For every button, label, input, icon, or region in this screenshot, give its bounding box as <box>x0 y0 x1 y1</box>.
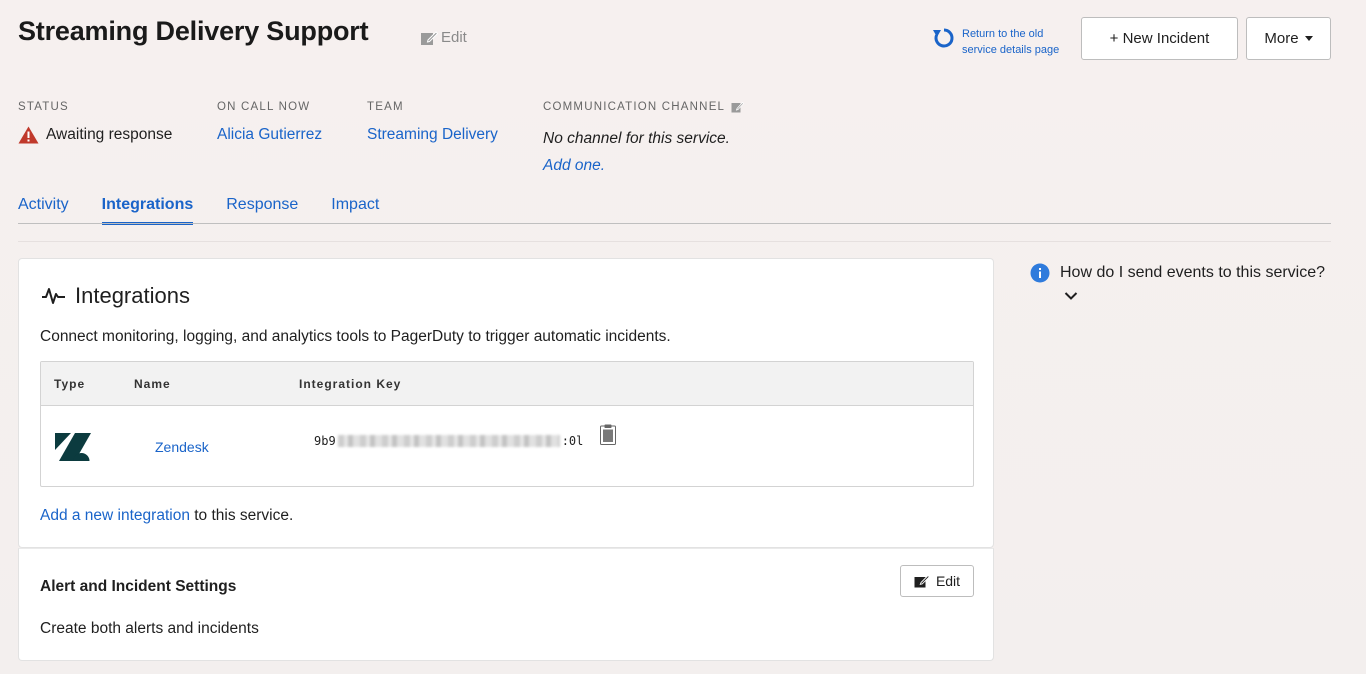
return-link-line2[interactable]: service details page <box>962 42 1059 58</box>
comm-channel-label: COMMUNICATION CHANNEL <box>543 101 745 113</box>
status-value: Awaiting response <box>18 126 172 144</box>
on-call-user-link[interactable]: Alicia Gutierrez <box>217 126 322 144</box>
pulse-icon <box>42 288 65 304</box>
more-dropdown-button[interactable]: More <box>1246 17 1331 60</box>
on-call-label: ON CALL NOW <box>217 101 311 113</box>
info-icon <box>1030 263 1050 283</box>
alert-settings-description: Create both alerts and incidents <box>40 620 259 637</box>
integrations-description: Connect monitoring, logging, and analyti… <box>40 328 671 345</box>
section-divider <box>18 241 1331 242</box>
table-row: Zendesk 9b9 :0l <box>41 406 973 486</box>
column-header-name: Name <box>134 377 171 391</box>
caret-down-icon <box>1304 35 1313 41</box>
help-expander[interactable]: How do I send events to this service? <box>1030 261 1330 309</box>
page-title: Streaming Delivery Support <box>18 16 369 46</box>
alert-settings-title: Alert and Incident Settings <box>40 578 237 595</box>
new-incident-button[interactable]: + New Incident <box>1081 17 1238 60</box>
title-edit-label: Edit <box>441 29 467 46</box>
integrations-title: Integrations <box>75 283 190 308</box>
tab-impact[interactable]: Impact <box>331 196 379 224</box>
integration-key-suffix: :0l <box>561 434 584 448</box>
clipboard-icon[interactable] <box>600 424 616 445</box>
integration-key-prefix: 9b9 <box>314 434 336 448</box>
integrations-table: Type Name Integration Key Zendesk 9b9 :0… <box>40 361 974 487</box>
integration-key-redacted <box>337 435 560 447</box>
add-integration-link[interactable]: Add a new integration <box>40 507 190 524</box>
edit-icon[interactable] <box>731 101 745 113</box>
team-link[interactable]: Streaming Delivery <box>367 126 498 144</box>
help-question[interactable]: How do I send events to this service? <box>1060 264 1325 281</box>
chevron-down-icon[interactable] <box>1064 291 1078 301</box>
return-link-line1[interactable]: Return to the old <box>962 26 1059 42</box>
edit-icon <box>914 574 930 588</box>
alert-settings-edit-label: Edit <box>935 573 961 589</box>
return-old-page-link[interactable]: Return to the old service details page <box>932 26 1059 58</box>
tab-response[interactable]: Response <box>226 196 298 224</box>
tab-integrations[interactable]: Integrations <box>101 196 193 225</box>
tab-bar: Activity Integrations Response Impact <box>18 196 412 225</box>
title-edit-button[interactable]: Edit <box>420 29 467 46</box>
comm-channel-empty: No channel for this service. <box>543 130 730 147</box>
warning-icon <box>18 126 39 144</box>
add-integration-suffix: to this service. <box>189 507 294 524</box>
zendesk-logo-icon <box>55 433 91 461</box>
undo-icon <box>933 28 954 48</box>
team-label: TEAM <box>367 101 404 113</box>
tab-activity[interactable]: Activity <box>18 196 69 224</box>
add-integration-text: Add a new integration to this service. <box>40 507 293 525</box>
tabs-divider <box>18 223 1331 224</box>
add-channel-link[interactable]: Add one. <box>543 157 605 175</box>
integrations-card: Integrations Connect monitoring, logging… <box>18 258 994 548</box>
status-label: STATUS <box>18 101 69 113</box>
help-text[interactable]: How do I send events to this service? <box>1060 261 1330 309</box>
integrations-heading: Integrations <box>41 283 190 309</box>
integration-name-link[interactable]: Zendesk <box>155 439 209 455</box>
comm-channel-label-text: COMMUNICATION CHANNEL <box>543 101 726 113</box>
alert-settings-edit-button[interactable]: Edit <box>900 565 974 597</box>
integration-key: 9b9 :0l <box>314 434 583 448</box>
column-header-type: Type <box>54 377 86 391</box>
column-header-key: Integration Key <box>299 377 402 391</box>
table-header: Type Name Integration Key <box>41 362 973 406</box>
status-text: Awaiting response <box>46 126 173 143</box>
more-label: More <box>1264 30 1299 47</box>
alert-settings-card: Alert and Incident Settings Edit Create … <box>18 548 994 661</box>
edit-icon <box>421 30 438 45</box>
